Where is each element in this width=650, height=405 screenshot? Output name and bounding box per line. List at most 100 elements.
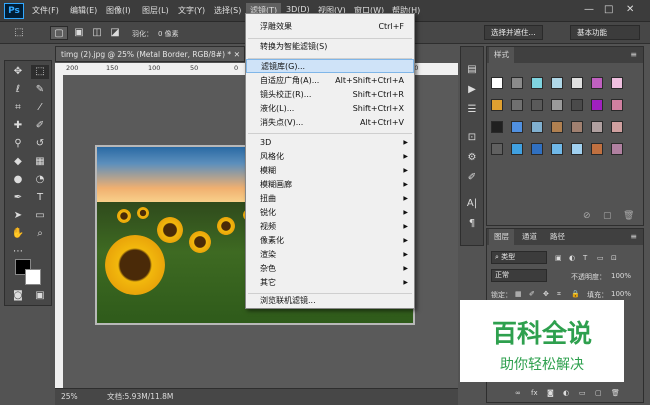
filter-smart-icon[interactable]: ⊡ bbox=[611, 254, 617, 262]
move-tool-icon[interactable]: ✥ bbox=[9, 65, 27, 79]
zoom-level[interactable]: 25% bbox=[61, 389, 78, 405]
menu-item-liquify[interactable]: 液化(L)... Shift+Ctrl+X bbox=[246, 102, 414, 116]
pen-tool-icon[interactable]: ✒ bbox=[9, 191, 27, 205]
style-swatch[interactable] bbox=[591, 143, 603, 155]
style-swatch[interactable] bbox=[491, 143, 503, 155]
menu-item-3d[interactable]: 3D ▶ bbox=[246, 136, 414, 150]
brush-tool-icon[interactable]: ✐ bbox=[31, 119, 49, 133]
character-panel-icon[interactable]: A| bbox=[463, 197, 481, 211]
style-swatch[interactable] bbox=[551, 143, 563, 155]
quick-select-tool-icon[interactable]: ✎ bbox=[31, 83, 49, 97]
style-swatch[interactable] bbox=[551, 77, 563, 89]
style-swatch[interactable] bbox=[511, 99, 523, 111]
new-selection-icon[interactable]: ▢ bbox=[50, 26, 68, 40]
lock-artboard-icon[interactable]: ⌗ bbox=[557, 290, 561, 299]
add-mask-icon[interactable]: ◙ bbox=[547, 389, 554, 397]
lock-paint-icon[interactable]: ✐ bbox=[529, 290, 535, 298]
tab-channels[interactable]: 通道 bbox=[517, 229, 542, 245]
add-selection-icon[interactable]: ▣ bbox=[70, 26, 88, 40]
menu-file[interactable]: 文件(F) bbox=[32, 5, 59, 16]
tab-layers[interactable]: 图层 bbox=[489, 229, 514, 245]
menu-item-stylize[interactable]: 风格化 ▶ bbox=[246, 150, 414, 164]
gradient-tool-icon[interactable]: ▦ bbox=[31, 155, 49, 169]
new-layer-icon[interactable]: ▢ bbox=[595, 389, 602, 397]
document-info[interactable]: 文档:5.93M/11.8M bbox=[107, 389, 173, 405]
adjustment-layer-icon[interactable]: ◐ bbox=[563, 389, 569, 397]
style-swatch[interactable] bbox=[531, 99, 543, 111]
filter-adjust-icon[interactable]: ◐ bbox=[569, 254, 575, 262]
maximize-button[interactable]: □ bbox=[604, 4, 613, 15]
history-brush-tool-icon[interactable]: ↺ bbox=[31, 137, 49, 151]
eyedropper-tool-icon[interactable]: ⁄ bbox=[31, 101, 49, 115]
filter-type-icon[interactable]: T bbox=[583, 254, 587, 262]
menu-layer[interactable]: 图层(L) bbox=[142, 5, 169, 16]
menu-item-render[interactable]: 渲染 ▶ bbox=[246, 248, 414, 262]
menu-item-lens-correction[interactable]: 镜头校正(R)... Shift+Ctrl+R bbox=[246, 88, 414, 102]
new-style-icon[interactable]: ▢ bbox=[603, 211, 612, 221]
menu-item-filter-gallery[interactable]: 滤镜库(G)... bbox=[246, 59, 414, 73]
new-group-icon[interactable]: ▭ bbox=[579, 389, 586, 397]
menu-item-distort[interactable]: 扭曲 ▶ bbox=[246, 192, 414, 206]
menu-item-noise[interactable]: 杂色 ▶ bbox=[246, 262, 414, 276]
document-close-icon[interactable]: ✕ bbox=[234, 47, 240, 63]
more-tools-icon[interactable]: ⋯ bbox=[9, 245, 27, 259]
feather-value[interactable]: 0 像素 bbox=[158, 29, 179, 39]
eraser-tool-icon[interactable]: ◆ bbox=[9, 155, 27, 169]
clear-style-icon[interactable]: ⊘ bbox=[583, 211, 591, 221]
filter-shape-icon[interactable]: ▭ bbox=[597, 254, 604, 262]
opacity-value[interactable]: 100% bbox=[611, 272, 631, 280]
style-swatch[interactable] bbox=[491, 99, 503, 111]
lock-pixels-icon[interactable]: ▦ bbox=[515, 290, 522, 298]
style-swatch[interactable] bbox=[571, 77, 583, 89]
zoom-tool-icon[interactable]: ⌕ bbox=[31, 227, 49, 241]
path-select-tool-icon[interactable]: ➤ bbox=[9, 209, 27, 223]
menu-item-video[interactable]: 视频 ▶ bbox=[246, 220, 414, 234]
brush-panel-icon[interactable]: ✐ bbox=[463, 171, 481, 185]
paragraph-panel-icon[interactable]: ¶ bbox=[463, 217, 481, 231]
lock-move-icon[interactable]: ✥ bbox=[543, 290, 549, 298]
type-tool-icon[interactable]: T bbox=[31, 191, 49, 205]
menu-edit[interactable]: 编辑(E) bbox=[70, 5, 97, 16]
menu-type[interactable]: 文字(Y) bbox=[178, 5, 205, 16]
style-swatch[interactable] bbox=[491, 121, 503, 133]
menu-image[interactable]: 图像(I) bbox=[106, 5, 131, 16]
style-swatch[interactable] bbox=[591, 99, 603, 111]
fill-value[interactable]: 100% bbox=[611, 290, 631, 298]
history-panel-icon[interactable]: ▤ bbox=[463, 63, 481, 77]
menu-item-blur-gallery[interactable]: 模糊画廊 ▶ bbox=[246, 178, 414, 192]
style-swatch[interactable] bbox=[571, 143, 583, 155]
lock-all-icon[interactable]: 🔒 bbox=[571, 290, 580, 298]
select-and-mask-button[interactable]: 选择并遮住... bbox=[484, 25, 543, 40]
intersect-selection-icon[interactable]: ◪ bbox=[106, 26, 124, 40]
menu-item-vanishing-point[interactable]: 消失点(V)... Alt+Ctrl+V bbox=[246, 116, 414, 130]
panel-menu-icon[interactable]: ≡ bbox=[630, 232, 637, 241]
libraries-panel-icon[interactable]: ⊡ bbox=[463, 131, 481, 145]
link-layers-icon[interactable]: ∞ bbox=[515, 389, 521, 397]
style-swatch[interactable] bbox=[571, 99, 583, 111]
adjustments-panel-icon[interactable]: ☰ bbox=[463, 103, 481, 117]
healing-tool-icon[interactable]: ✚ bbox=[9, 119, 27, 133]
style-swatch[interactable] bbox=[611, 143, 623, 155]
menu-item-emboss[interactable]: 浮雕效果 Ctrl+F bbox=[246, 20, 414, 34]
menu-item-blur[interactable]: 模糊 ▶ bbox=[246, 164, 414, 178]
tab-styles[interactable]: 样式 bbox=[489, 47, 514, 63]
crop-tool-icon[interactable]: ⌗ bbox=[9, 101, 27, 115]
style-swatch[interactable] bbox=[511, 77, 523, 89]
style-swatch[interactable] bbox=[611, 77, 623, 89]
style-swatch[interactable] bbox=[551, 99, 563, 111]
filter-pixel-icon[interactable]: ▣ bbox=[555, 254, 562, 262]
stamp-tool-icon[interactable]: ⚲ bbox=[9, 137, 27, 151]
style-swatch[interactable] bbox=[611, 99, 623, 111]
style-swatch[interactable] bbox=[591, 121, 603, 133]
hand-tool-icon[interactable]: ✋ bbox=[9, 227, 27, 241]
menu-item-adaptive-wide-angle[interactable]: 自适应广角(A)... Alt+Shift+Ctrl+A bbox=[246, 74, 414, 88]
style-swatch[interactable] bbox=[531, 77, 543, 89]
style-swatch-none[interactable] bbox=[491, 77, 503, 89]
marquee-tool-icon[interactable]: ⬚ bbox=[31, 65, 49, 79]
menu-item-pixelate[interactable]: 像素化 ▶ bbox=[246, 234, 414, 248]
background-color-swatch[interactable] bbox=[25, 269, 41, 285]
actions-play-icon[interactable]: ▶ bbox=[463, 83, 481, 97]
menu-item-sharpen[interactable]: 锐化 ▶ bbox=[246, 206, 414, 220]
minimize-button[interactable]: — bbox=[584, 4, 594, 15]
subtract-selection-icon[interactable]: ◫ bbox=[88, 26, 106, 40]
